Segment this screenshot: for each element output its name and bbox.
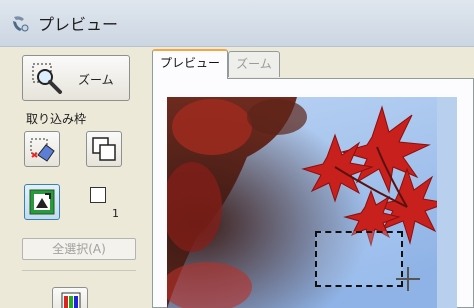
tab-zoom[interactable]: ズーム bbox=[228, 51, 280, 77]
color-adjust-button[interactable] bbox=[52, 287, 88, 308]
tab-preview[interactable]: プレビュー bbox=[152, 49, 228, 79]
eraser-icon bbox=[30, 138, 55, 162]
tool-panel: ズーム 取り込み枠 1 全選択(A) bbox=[0, 47, 150, 308]
zoom-button-label: ズーム bbox=[78, 73, 114, 87]
zoom-button[interactable]: ズーム bbox=[22, 55, 130, 101]
crosshair-cursor-icon bbox=[396, 267, 420, 291]
preview-window: プレビュー ズーム 取り込み枠 1 全選択(A) プレビュー ズーム bbox=[0, 0, 474, 308]
divider bbox=[22, 270, 136, 271]
scanner-icon bbox=[13, 16, 29, 32]
select-all-button[interactable]: 全選択(A) bbox=[22, 238, 136, 260]
magnifier-icon bbox=[32, 63, 62, 94]
preview-tabs: プレビュー ズーム bbox=[152, 47, 474, 308]
frame-count-icon bbox=[90, 187, 106, 203]
copy-frame-button[interactable] bbox=[86, 131, 122, 167]
color-adjust-icon bbox=[61, 292, 81, 308]
auto-locate-icon bbox=[29, 189, 55, 215]
window-title: プレビュー bbox=[38, 15, 119, 34]
copy-frame-icon bbox=[92, 137, 116, 161]
frame-section-label: 取り込み枠 bbox=[26, 112, 87, 126]
title-bar: プレビュー bbox=[0, 0, 474, 47]
selection-marquee[interactable] bbox=[315, 231, 403, 287]
preview-image[interactable] bbox=[167, 97, 457, 308]
erase-frame-button[interactable] bbox=[24, 131, 60, 167]
tab-panel bbox=[152, 78, 474, 308]
frame-count: 1 bbox=[112, 207, 119, 220]
auto-locate-button[interactable] bbox=[24, 184, 60, 220]
client-area: ズーム 取り込み枠 1 全選択(A) プレビュー ズーム bbox=[0, 47, 474, 308]
